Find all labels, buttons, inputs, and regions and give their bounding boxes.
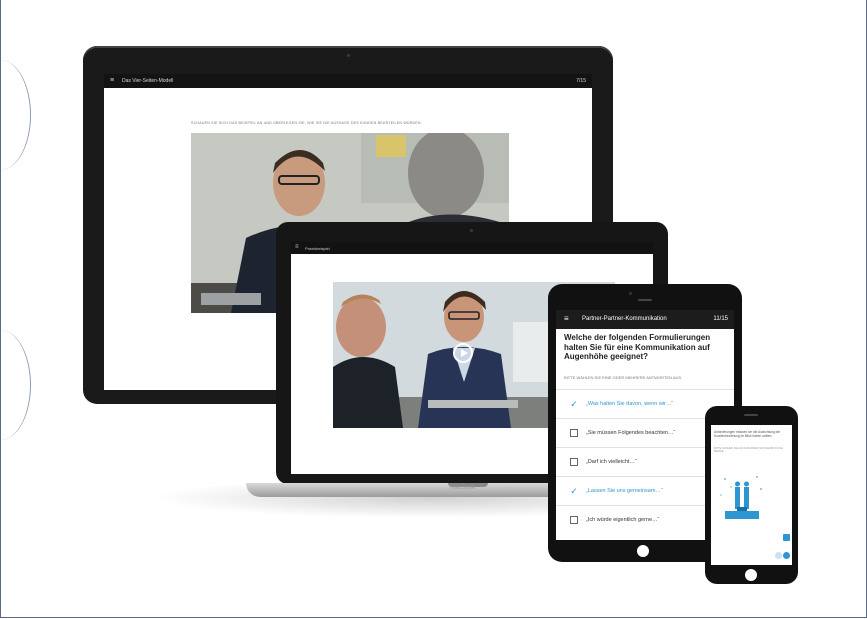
tablet-lesson-title: Partner-Partner-Kommunikation	[582, 316, 667, 322]
phone-screen: Anforderungen müssen wir die Ausrichtung…	[711, 425, 792, 565]
phone-next-button[interactable]	[783, 552, 790, 559]
tablet-page-counter: 11/15	[713, 316, 728, 322]
quiz-question: Welche der folgenden Formulierungen halt…	[564, 333, 711, 361]
play-button[interactable]	[453, 343, 473, 363]
answer-label: „Lassen Sie uns gemeinsam…“	[586, 488, 663, 494]
checkbox[interactable]	[570, 458, 578, 466]
menu-icon[interactable]: ≡	[295, 244, 299, 250]
home-button[interactable]	[637, 545, 649, 557]
camera-dot	[629, 292, 632, 295]
checkmark-icon: ✓	[570, 485, 578, 496]
checkbox[interactable]	[570, 516, 578, 524]
laptop-header-bar: ≡ Praxisbeispiel	[291, 242, 653, 254]
answer-label: „Was halten Sie davon, wenn wir…“	[586, 401, 674, 407]
podium-illustration	[717, 473, 767, 525]
menu-icon[interactable]: ≡	[110, 77, 114, 84]
home-button[interactable]	[745, 569, 757, 581]
camera-dot	[347, 54, 350, 57]
phone-body-text: Anforderungen müssen wir die Ausrichtung…	[714, 430, 781, 438]
desktop-lesson-title: Das Vier-Seiten-Modell	[122, 78, 174, 84]
answer-label: „Darf ich vielleicht…“	[586, 459, 637, 465]
phone-back-button[interactable]	[775, 552, 782, 559]
desktop-header-bar: ≡ Das Vier-Seiten-Modell 7/15	[104, 74, 592, 88]
desktop-instruction: SCHAUEN SIE SICH DAS BEISPIEL AN UND ÜBE…	[191, 121, 422, 125]
answer-label: „Ich würde eigentlich gerne…“	[586, 517, 660, 523]
tablet-speaker	[638, 299, 652, 301]
phone-instruction: BITTE SUCHEN SIE AUF ERKUNDEN WIR GEWIN …	[714, 447, 783, 454]
phone-action-button[interactable]	[783, 534, 790, 541]
phone-speaker	[744, 414, 758, 416]
checkbox[interactable]	[570, 429, 578, 437]
answer-label: „Sie müssen Folgendes beachten…“	[586, 430, 676, 436]
tablet-header-bar: ≡ Partner-Partner-Kommunikation 11/15	[556, 310, 734, 329]
menu-icon[interactable]: ≡	[564, 315, 569, 323]
smartphone: Anforderungen müssen wir die Ausrichtung…	[705, 406, 798, 584]
checkmark-icon: ✓	[570, 398, 578, 409]
camera-dot	[470, 229, 473, 232]
quiz-instruction: BITTE WÄHLEN SIE EINE ODER MEHRERE ANTWO…	[564, 375, 683, 380]
desktop-page-counter: 7/15	[576, 78, 586, 84]
laptop-lesson-title: Praxisbeispiel	[305, 246, 330, 251]
laptop-brand-label: MacBook	[450, 485, 476, 491]
